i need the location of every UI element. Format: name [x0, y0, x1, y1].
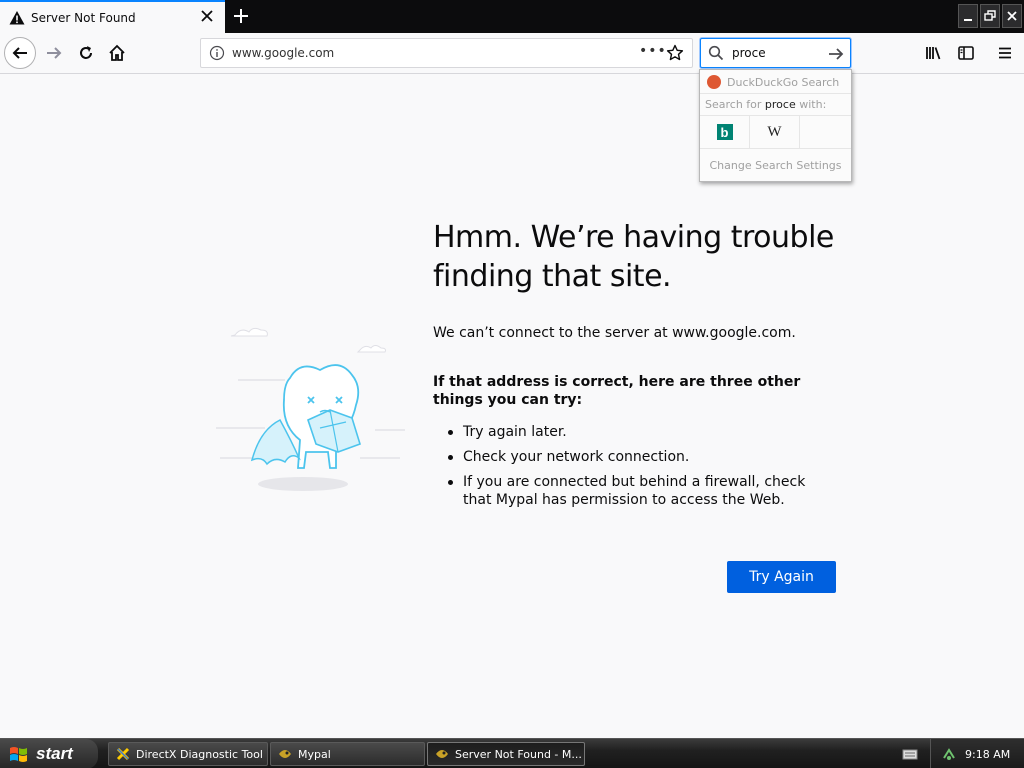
home-icon [109, 44, 125, 61]
tab-strip: Server Not Found [0, 0, 1024, 33]
wikipedia-icon: W [767, 123, 782, 140]
try-again-button[interactable]: Try Again [727, 561, 836, 593]
page-actions-icon[interactable]: ••• [639, 43, 667, 59]
sidebar-button[interactable] [954, 41, 978, 65]
suggestions-heading: If that address is correct, here are thr… [433, 374, 801, 408]
minimize-button[interactable] [958, 4, 978, 28]
menu-button[interactable] [993, 41, 1017, 65]
start-button[interactable]: start [0, 739, 98, 768]
bookmark-star-icon[interactable] [666, 44, 684, 66]
reload-button[interactable] [70, 37, 102, 69]
directx-icon [115, 746, 131, 762]
forward-button[interactable] [38, 37, 70, 69]
task-mypal[interactable]: Mypal [270, 742, 425, 766]
arrow-left-icon [12, 47, 27, 59]
change-search-settings-button[interactable]: Change Search Settings [700, 159, 851, 172]
start-label: start [36, 744, 73, 763]
clock: 9:18 AM [965, 747, 1011, 761]
engine-empty-slot [800, 116, 850, 148]
list-item: Check your network connection. [448, 448, 838, 466]
tab-close-icon[interactable] [198, 7, 216, 25]
error-illustration [210, 320, 410, 504]
restore-button[interactable] [980, 4, 1000, 28]
task-label: DirectX Diagnostic Tool [136, 747, 263, 761]
search-icon [708, 45, 724, 65]
task-directx-diagnostic[interactable]: DirectX Diagnostic Tool [108, 742, 268, 766]
arrow-right-icon [47, 47, 62, 59]
close-window-button[interactable] [1002, 4, 1022, 28]
search-term: proce [764, 98, 796, 111]
window-controls [958, 4, 1022, 28]
mypal-icon [434, 746, 450, 762]
task-label: Mypal [298, 747, 331, 761]
url-text[interactable]: www.google.com [232, 46, 334, 60]
duckduckgo-icon [707, 75, 721, 89]
keyboard-icon[interactable] [902, 746, 918, 760]
search-suggestions-popup: DuckDuckGo Search Search for proce with:… [699, 69, 852, 182]
navigation-toolbar: www.google.com ••• proce [0, 33, 1024, 74]
sidebar-icon [958, 46, 974, 60]
search-go-icon[interactable] [827, 45, 845, 67]
hamburger-menu-icon [999, 47, 1011, 59]
back-button[interactable] [4, 37, 36, 69]
warning-icon [9, 10, 25, 26]
tab-title: Server Not Found [31, 11, 136, 25]
task-server-not-found[interactable]: Server Not Found - M... [427, 742, 585, 766]
error-title: Hmm. We’re having trouble finding that s… [433, 220, 834, 294]
search-value[interactable]: proce [732, 46, 766, 60]
network-icon[interactable] [941, 746, 957, 762]
search-for-label: Search for proce with: [705, 98, 827, 111]
search-engine-header[interactable]: DuckDuckGo Search [700, 70, 851, 94]
home-button[interactable] [101, 37, 133, 69]
reload-icon [80, 46, 92, 59]
error-page: Hmm. We’re having trouble finding that s… [0, 75, 1024, 738]
taskbar: start DirectX Diagnostic Tool Mypal Serv… [0, 738, 1024, 768]
windows-logo-icon [8, 745, 30, 763]
site-info-icon[interactable] [209, 45, 225, 65]
list-item: Try again later. [448, 423, 838, 441]
task-label: Server Not Found - M... [455, 747, 582, 761]
search-engine-name: DuckDuckGo Search [727, 76, 840, 89]
library-icon [926, 47, 941, 60]
mypal-icon [277, 746, 293, 762]
suggestions-list: Try again later. Check your network conn… [448, 423, 838, 516]
error-message: We can’t connect to the server at www.go… [433, 325, 796, 341]
url-bar[interactable]: www.google.com ••• [200, 38, 693, 68]
engine-bing-button[interactable]: b [700, 116, 750, 148]
system-tray: 9:18 AM [930, 739, 1024, 768]
search-input[interactable]: proce [700, 38, 851, 68]
new-tab-icon[interactable] [230, 5, 252, 27]
tab-server-not-found[interactable]: Server Not Found [0, 0, 225, 33]
list-item: If you are connected but behind a firewa… [448, 473, 838, 509]
one-off-engines: b W [700, 115, 851, 149]
bing-icon: b [716, 124, 733, 140]
library-button[interactable] [922, 41, 946, 65]
engine-wikipedia-button[interactable]: W [750, 116, 800, 148]
